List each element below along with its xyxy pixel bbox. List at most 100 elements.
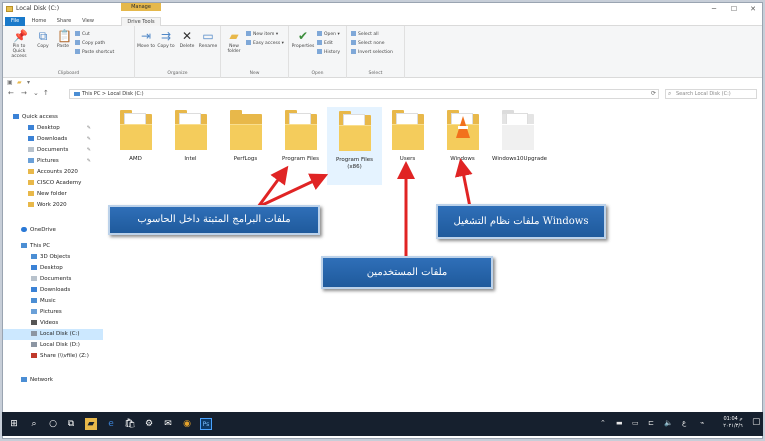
copy-to-button[interactable]: ⇉ Copy to — [157, 30, 175, 49]
manage-context-header[interactable]: Manage — [121, 3, 161, 11]
tray-notification-icon[interactable]: ⌁ — [700, 419, 704, 427]
up-arrow-icon[interactable]: ↑ — [43, 89, 49, 97]
back-arrow-icon[interactable]: ← — [8, 89, 14, 97]
copy-button[interactable]: ⧉ Copy — [34, 30, 52, 49]
folder-item-program-files-x86[interactable]: Program Files (x86) — [327, 107, 382, 185]
folder-item-intel[interactable]: Intel — [163, 107, 218, 185]
tray-volume-icon[interactable]: 🔈 — [664, 419, 673, 427]
invert-selection-button[interactable]: Invert selection — [351, 49, 393, 55]
edge-browser-icon[interactable]: e — [105, 418, 117, 430]
refresh-icon[interactable]: ⟳ — [651, 90, 656, 97]
tab-view[interactable]: View — [78, 17, 98, 26]
path-icon — [75, 40, 80, 45]
tab-share[interactable]: Share — [53, 17, 75, 26]
new-folder-qat-icon[interactable]: ▰ — [17, 79, 22, 86]
cut-button[interactable]: Cut — [75, 31, 90, 37]
new-folder-button[interactable]: ▰ New folder — [224, 30, 244, 54]
nav-pc-videos[interactable]: Videos — [3, 318, 103, 329]
folder-item-perflogs[interactable]: PerfLogs — [218, 107, 273, 185]
pin-icon[interactable]: ✎ — [87, 145, 91, 156]
nav-label: Documents — [40, 276, 72, 282]
folder-icon — [391, 110, 424, 150]
settings-gear-icon[interactable]: ⚙ — [143, 418, 155, 430]
minimize-button[interactable]: ─ — [705, 4, 723, 14]
navigation-pane: Quick access Desktop ✎ Downloads ✎ Documen… — [3, 101, 103, 413]
chrome-icon[interactable]: ◉ — [181, 418, 193, 430]
search-icon[interactable]: ⌕ — [28, 418, 40, 430]
properties-button[interactable]: ✔ Properties — [291, 30, 315, 49]
nav-pc-music[interactable]: Music — [3, 296, 103, 307]
pin-quick-access-button[interactable]: 📌 Pin to Quick access — [6, 30, 32, 59]
qat-dropdown-icon[interactable]: ▾ — [27, 79, 30, 86]
nav-item-desktop[interactable]: Desktop ✎ — [3, 123, 103, 134]
search-input[interactable]: ⌕ Search Local Disk (C:) — [665, 89, 757, 99]
tab-drive-tools[interactable]: Drive Tools — [121, 17, 161, 26]
nav-pc-pictures[interactable]: Pictures — [3, 307, 103, 318]
action-center-icon[interactable]: ▢ — [752, 417, 761, 427]
tray-language-icon[interactable]: ع — [682, 419, 686, 427]
nav-pc-local-disk-c[interactable]: Local Disk (C:) — [3, 329, 103, 340]
cortana-circle-icon[interactable]: ○ — [47, 418, 59, 430]
callout-program-files: ملفات البرامج المثبتة داخل الحاسوب — [108, 205, 320, 235]
easy-access-button[interactable]: Easy access ▾ — [246, 40, 284, 46]
file-explorer-icon[interactable]: ▰ — [85, 418, 97, 430]
tray-chevron-icon[interactable]: ⌃ — [600, 419, 606, 427]
folder-item-users[interactable]: Users — [380, 107, 435, 185]
paste-shortcut-button[interactable]: Paste shortcut — [75, 49, 114, 55]
taskbar-clock[interactable]: 01:04 م ٢٠٢١/٣/٦ — [718, 416, 748, 430]
edit-button[interactable]: Edit — [317, 40, 333, 46]
tab-home[interactable]: Home — [28, 17, 50, 26]
rename-button[interactable]: ▭ Rename — [198, 30, 218, 49]
pin-icon[interactable]: ✎ — [87, 123, 91, 134]
copy-path-button[interactable]: Copy path — [75, 40, 105, 46]
nav-pc-3d-objects[interactable]: 3D Objects — [3, 252, 103, 263]
address-bar[interactable]: This PC > Local Disk (C:) — [69, 89, 659, 99]
nav-pc-documents[interactable]: Documents — [3, 274, 103, 285]
nav-onedrive[interactable]: OneDrive — [3, 225, 103, 236]
nav-pc-share-z[interactable]: Share (\\vfile) (Z:) — [3, 351, 103, 362]
folder-item-windows[interactable]: Windows — [435, 107, 490, 185]
nav-item-downloads[interactable]: Downloads ✎ — [3, 134, 103, 145]
nav-item-pictures[interactable]: Pictures ✎ — [3, 156, 103, 167]
forward-arrow-icon[interactable]: → — [21, 89, 27, 97]
store-bag-icon[interactable]: 🛍 — [124, 418, 136, 430]
nav-this-pc[interactable]: This PC — [3, 241, 103, 252]
recent-chevron-icon[interactable]: ⌄ — [33, 89, 39, 97]
nav-quick-access[interactable]: Quick access — [3, 112, 103, 123]
select-none-button[interactable]: Select none — [351, 40, 385, 46]
mail-icon[interactable]: ✉ — [162, 418, 174, 430]
open-icon — [317, 31, 322, 36]
tray-battery-icon[interactable]: ▭ — [632, 419, 639, 427]
pin-icon[interactable]: ✎ — [87, 156, 91, 167]
move-to-button[interactable]: ⇥ Move to — [137, 30, 155, 49]
properties-qat-icon[interactable]: ▣ — [7, 79, 13, 86]
nav-pc-downloads[interactable]: Downloads — [3, 285, 103, 296]
nav-item-work[interactable]: Work 2020 — [3, 200, 103, 211]
nav-pc-local-disk-d[interactable]: Local Disk (D:) — [3, 340, 103, 351]
close-button[interactable]: ✕ — [744, 4, 762, 14]
nav-item-new-folder[interactable]: New folder — [3, 189, 103, 200]
nav-item-cisco[interactable]: CISCO Academy — [3, 178, 103, 189]
nav-item-documents[interactable]: Documents ✎ — [3, 145, 103, 156]
delete-label: Delete — [179, 44, 195, 49]
tab-file[interactable]: File — [5, 17, 25, 26]
windows-start-icon[interactable]: ⊞ — [8, 418, 20, 430]
maximize-button[interactable]: ☐ — [725, 4, 743, 14]
tray-app-icon[interactable]: ▬ — [616, 419, 623, 427]
task-view-icon[interactable]: ⧉ — [65, 418, 77, 430]
tray-network-icon[interactable]: ⊏ — [648, 419, 654, 427]
nav-item-accounts[interactable]: Accounts 2020 — [3, 167, 103, 178]
open-button[interactable]: Open ▾ — [317, 31, 340, 37]
paste-button[interactable]: 📋 Paste — [54, 30, 72, 49]
folder-item-program-files[interactable]: Program Files — [273, 107, 328, 185]
history-button[interactable]: History — [317, 49, 340, 55]
nav-pc-desktop[interactable]: Desktop — [3, 263, 103, 274]
pin-icon[interactable]: ✎ — [87, 134, 91, 145]
photoshop-icon[interactable]: Ps — [200, 418, 212, 430]
folder-item-windows10upgrade[interactable]: Windows10Upgrade — [490, 107, 547, 185]
select-all-button[interactable]: Select all — [351, 31, 379, 37]
nav-network[interactable]: Network — [3, 375, 103, 386]
new-item-button[interactable]: New item ▾ — [246, 31, 278, 37]
folder-item-amd[interactable]: AMD — [108, 107, 163, 185]
delete-button[interactable]: ✕ Delete — [178, 30, 196, 49]
